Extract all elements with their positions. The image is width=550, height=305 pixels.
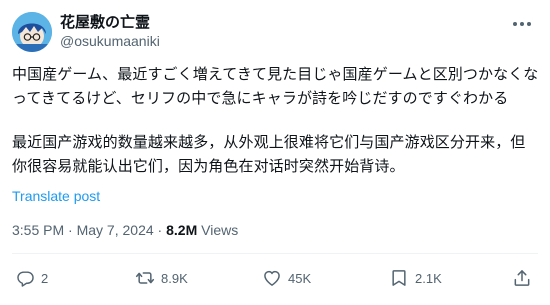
tweet-date[interactable]: May 7, 2024 (77, 222, 154, 238)
divider (12, 253, 538, 254)
share-upload-icon (514, 270, 530, 286)
share-button[interactable] (512, 266, 532, 290)
more-horizontal-icon (513, 22, 531, 26)
user-handle[interactable]: @osukumaaniki (60, 32, 160, 51)
tweet-time[interactable]: 3:55 PM (12, 222, 64, 238)
bookmark-icon (392, 270, 406, 286)
translate-post-link[interactable]: Translate post (12, 188, 100, 204)
display-name[interactable]: 花屋敷の亡霊 (60, 12, 160, 32)
tweet-meta: 3:55 PM · May 7, 2024 · 8.2M Views (12, 222, 238, 238)
action-bar: 2 8.9K 45K 2.1K (12, 266, 538, 290)
retweet-count: 8.9K (161, 270, 188, 286)
like-count: 45K (288, 270, 312, 286)
views-label: Views (201, 222, 239, 238)
heart-icon (264, 270, 280, 286)
views-count: 8.2M (166, 222, 198, 238)
tweet-header: 花屋敷の亡霊 @osukumaaniki (12, 12, 538, 52)
tweet-text-chinese: 最近国产游戏的数量越来越多，从外观上很难将它们与国产游戏区分开来，但你很容易就能… (12, 133, 526, 175)
more-options-button[interactable] (510, 14, 534, 34)
meta-separator-2: · (157, 222, 163, 238)
reply-count: 2 (41, 270, 49, 286)
tweet-card: 花屋敷の亡霊 @osukumaaniki 中国産ゲーム、最近すごく増えてきて見た… (0, 0, 550, 305)
reply-bubble-icon (17, 270, 34, 287)
meta-separator: · (68, 222, 73, 238)
retweet-arrows-icon (135, 272, 155, 284)
tweet-text-japanese: 中国産ゲーム、最近すごく増えてきて見た目じゃ国産ゲームと区別つかなくなってきてる… (12, 65, 539, 107)
retweet-button[interactable]: 8.9K (135, 266, 188, 290)
reply-button[interactable]: 2 (16, 266, 48, 290)
user-names: 花屋敷の亡霊 @osukumaaniki (60, 12, 160, 51)
bookmark-button[interactable]: 2.1K (389, 266, 442, 290)
avatar[interactable] (12, 12, 52, 52)
like-button[interactable]: 45K (262, 266, 311, 290)
bookmark-count: 2.1K (415, 270, 442, 286)
